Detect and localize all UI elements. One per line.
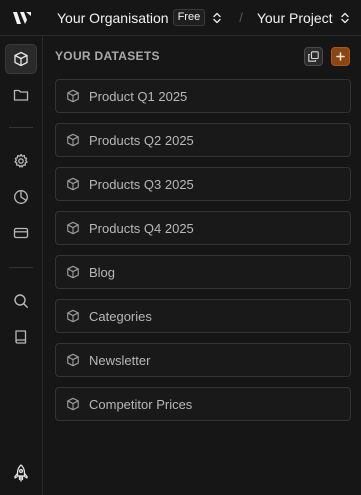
copy-icon <box>308 51 319 62</box>
dataset-item[interactable]: Competitor Prices <box>55 387 351 421</box>
cube-icon <box>66 397 80 411</box>
book-icon <box>15 330 27 344</box>
gear-icon <box>14 153 28 168</box>
dataset-label: Products Q2 2025 <box>89 132 194 148</box>
plan-badge: Free <box>172 9 206 26</box>
rocket-icon <box>14 464 28 482</box>
organisation-switcher[interactable]: Your Organisation Free <box>57 9 221 26</box>
app-window: Your Organisation Free / Your Project YO… <box>0 0 361 495</box>
nav-settings[interactable] <box>5 146 37 176</box>
cube-icon <box>66 89 80 103</box>
nav-datasets[interactable] <box>5 44 37 74</box>
cube-icon <box>66 177 80 191</box>
nav-docs[interactable] <box>5 322 37 352</box>
copy-button[interactable] <box>304 47 323 66</box>
dataset-item[interactable]: Blog <box>55 255 351 289</box>
cube-icon <box>66 133 80 147</box>
nav-analytics[interactable] <box>5 182 37 212</box>
nav-launch[interactable] <box>5 458 37 488</box>
datasets-panel: YOUR DATASETS Product Q1 2025 Products Q… <box>43 36 361 495</box>
top-bar: Your Organisation Free / Your Project <box>0 0 361 36</box>
dataset-item[interactable]: Products Q3 2025 <box>55 167 351 201</box>
section-title: YOUR DATASETS <box>55 49 160 63</box>
logo[interactable] <box>0 0 43 36</box>
chevron-up-down-icon <box>340 12 349 24</box>
dataset-label: Product Q1 2025 <box>89 88 188 104</box>
cube-icon <box>14 51 28 67</box>
dataset-item[interactable]: Categories <box>55 299 351 333</box>
nav-search[interactable] <box>5 286 37 316</box>
plus-icon <box>336 52 345 61</box>
dataset-label: Products Q4 2025 <box>89 220 194 236</box>
rail-divider <box>9 127 33 128</box>
dataset-label: Blog <box>89 264 116 280</box>
dataset-item[interactable]: Newsletter <box>55 343 351 377</box>
nav-rail <box>0 36 43 495</box>
dataset-label: Products Q3 2025 <box>89 176 194 192</box>
rail-divider <box>9 267 33 268</box>
cube-icon <box>66 221 80 235</box>
project-name: Your Project <box>256 9 333 26</box>
folder-icon <box>13 89 29 101</box>
organisation-name: Your Organisation <box>57 9 169 26</box>
nav-files[interactable] <box>5 80 37 110</box>
cube-icon <box>66 265 80 279</box>
dataset-label: Newsletter <box>89 352 151 368</box>
pie-chart-icon <box>14 190 28 204</box>
wedge-logo-icon <box>12 11 31 24</box>
search-icon <box>14 294 28 308</box>
dataset-list: Product Q1 2025 Products Q2 2025 Product… <box>55 79 351 431</box>
dataset-item[interactable]: Products Q2 2025 <box>55 123 351 157</box>
credit-card-icon <box>13 227 29 239</box>
dataset-label: Competitor Prices <box>89 396 193 412</box>
dataset-label: Categories <box>89 308 152 324</box>
cube-icon <box>66 309 80 323</box>
dataset-item[interactable]: Products Q4 2025 <box>55 211 351 245</box>
chevron-up-down-icon <box>213 12 221 24</box>
dataset-item[interactable]: Product Q1 2025 <box>55 79 351 113</box>
breadcrumb-separator: / <box>239 10 243 25</box>
cube-icon <box>66 353 80 367</box>
project-switcher[interactable]: Your Project <box>257 10 349 26</box>
add-dataset-button[interactable] <box>331 47 350 66</box>
nav-billing[interactable] <box>5 218 37 248</box>
